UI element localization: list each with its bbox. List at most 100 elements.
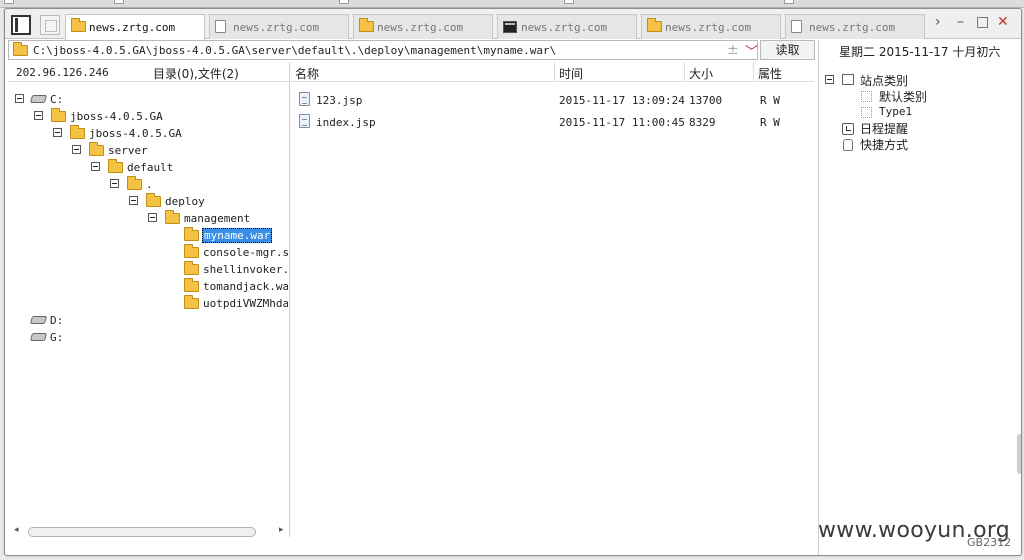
file-icon [299,114,310,128]
schedule-reminder[interactable]: 日程提醒 [860,120,908,137]
scrollbar-thumb[interactable] [28,527,256,537]
file-name: index.jsp [316,116,376,129]
tree-item-drive-c[interactable]: C: [8,91,288,108]
tab[interactable]: news.zrtg.com [785,14,925,39]
collapse-icon[interactable] [53,128,62,137]
page-icon [564,0,574,4]
close-icon[interactable]: ✕ [997,14,1009,30]
scroll-left-icon[interactable]: ◂ [14,525,19,535]
new-tab-icon[interactable] [40,15,60,35]
tree-horizontal-scrollbar[interactable]: ◂ ▸ [14,525,286,538]
tree-item-folder[interactable]: tomandjack.war [8,278,288,295]
collapse-icon[interactable] [129,196,138,205]
tree-label: management [184,212,251,225]
scroll-right-icon[interactable]: ▸ [279,525,284,535]
tree-item-folder[interactable]: jboss-4.0.5.GA [8,125,288,142]
tab-label: news.zrtg.com [377,21,464,34]
collapse-icon[interactable] [72,145,81,154]
chevron-down-icon[interactable]: ﹀ [745,41,758,60]
shortcut-icon [843,139,853,151]
tab[interactable]: news.zrtg.com [353,14,493,39]
background-tab [780,0,797,7]
directory-panel: 202.96.126.246 目录(0),文件(2) C: jboss-4.0.… [8,62,290,537]
folder-icon [184,261,199,275]
category-item-icon [861,107,872,118]
column-header-name[interactable]: 名称 [291,62,555,82]
reminder-icon [842,123,854,135]
page-icon [215,20,226,33]
file-attr: R W [760,94,780,107]
page-icon [791,20,802,33]
tree-label: default [127,161,174,174]
tree-label: myname.war [202,228,273,243]
tree-item-folder[interactable]: server [8,142,288,159]
folder-icon [127,176,142,190]
toggle-panel-icon[interactable] [11,15,31,35]
folder-icon [108,159,123,173]
page-icon [784,0,794,4]
column-header-time[interactable]: 时间 [555,62,685,82]
file-row[interactable]: 123.jsp 2015-11-17 13:09:24 13700 R W [291,90,817,110]
tree-label: deploy [165,195,205,208]
tree-item-folder[interactable]: default [8,159,288,176]
address-bar[interactable]: C:\jboss-4.0.5.GA\jboss-4.0.5.GA\server\… [8,40,758,60]
page-icon [339,0,349,4]
site-panel: 星期二 2015-11-17 十月初六 站点类别 默认类别 Type1 日程提醒… [818,40,1021,555]
tree-item-drive-g[interactable]: G: [8,329,288,346]
column-header-size[interactable]: 大小 [685,62,754,82]
drive-icon [29,316,48,324]
collapse-icon[interactable] [15,94,24,103]
file-size: 13700 [689,94,723,107]
background-tab-strip [0,0,1024,8]
tree-item-folder[interactable]: console-mgr.sar [8,244,288,261]
file-time: 2015-11-17 11:00:45 [559,116,685,129]
column-header-attr[interactable]: 属性 [754,62,814,82]
tree-item-folder[interactable]: management [8,210,288,227]
read-button[interactable]: 读取 [760,40,815,60]
tree-label: console-mgr.sar [203,246,288,259]
chevron-right-icon[interactable]: › [935,14,941,30]
dir-file-count: 目录(0),文件(2) [153,67,239,81]
tree-label: shellinvoker.war [203,263,288,276]
tab-label: news.zrtg.com [233,21,320,34]
tree-item-folder[interactable]: deploy [8,193,288,210]
tree-item-folder[interactable]: uotpdiVWZMhdar.war [8,295,288,312]
type1-category[interactable]: Type1 [879,105,912,118]
shortcuts[interactable]: 快捷方式 [860,136,908,153]
site-category[interactable]: 站点类别 [860,72,908,89]
tree-item-folder[interactable]: jboss-4.0.5.GA [8,108,288,125]
tree-label: uotpdiVWZMhdar.war [203,297,288,310]
file-row[interactable]: index.jsp 2015-11-17 11:00:45 8329 R W [291,112,817,132]
tab-active[interactable]: news.zrtg.com [65,14,205,40]
tree-item-drive-d[interactable]: D: [8,312,288,329]
default-category[interactable]: 默认类别 [879,88,927,105]
collapse-icon[interactable] [148,213,157,222]
folder-icon [184,227,199,241]
folder-icon [146,193,161,207]
tab-label: news.zrtg.com [809,21,896,34]
collapse-icon[interactable] [91,162,100,171]
tree-item-selected[interactable]: myname.war [8,227,288,244]
drive-icon [29,333,48,341]
encoding-label: GB2312 [967,536,1012,549]
tree-item-folder[interactable]: shellinvoker.war [8,261,288,278]
tab-label: news.zrtg.com [665,21,752,34]
collapse-icon[interactable] [34,111,43,120]
collapse-icon[interactable] [825,75,834,84]
background-tab [110,0,127,7]
tree-item-folder[interactable]: . [8,176,288,193]
collapse-icon[interactable] [110,179,119,188]
maximize-icon[interactable]: □ [976,14,989,30]
tree-label: tomandjack.war [203,280,288,293]
minimize-icon[interactable]: – [957,14,964,30]
folder-icon [647,18,662,32]
tab[interactable]: news.zrtg.com [641,14,781,39]
file-manager-window: news.zrtg.com news.zrtg.com news.zrtg.co… [4,8,1022,556]
folder-icon [359,18,374,32]
plus-minus-icon[interactable]: ± [727,42,739,58]
vertical-scrollbar[interactable] [1017,434,1021,474]
tab[interactable]: news.zrtg.com [209,14,349,39]
drive-icon [29,95,48,103]
tab[interactable]: news.zrtg.com [497,14,637,39]
address-path[interactable]: C:\jboss-4.0.5.GA\jboss-4.0.5.GA\server\… [33,44,556,57]
